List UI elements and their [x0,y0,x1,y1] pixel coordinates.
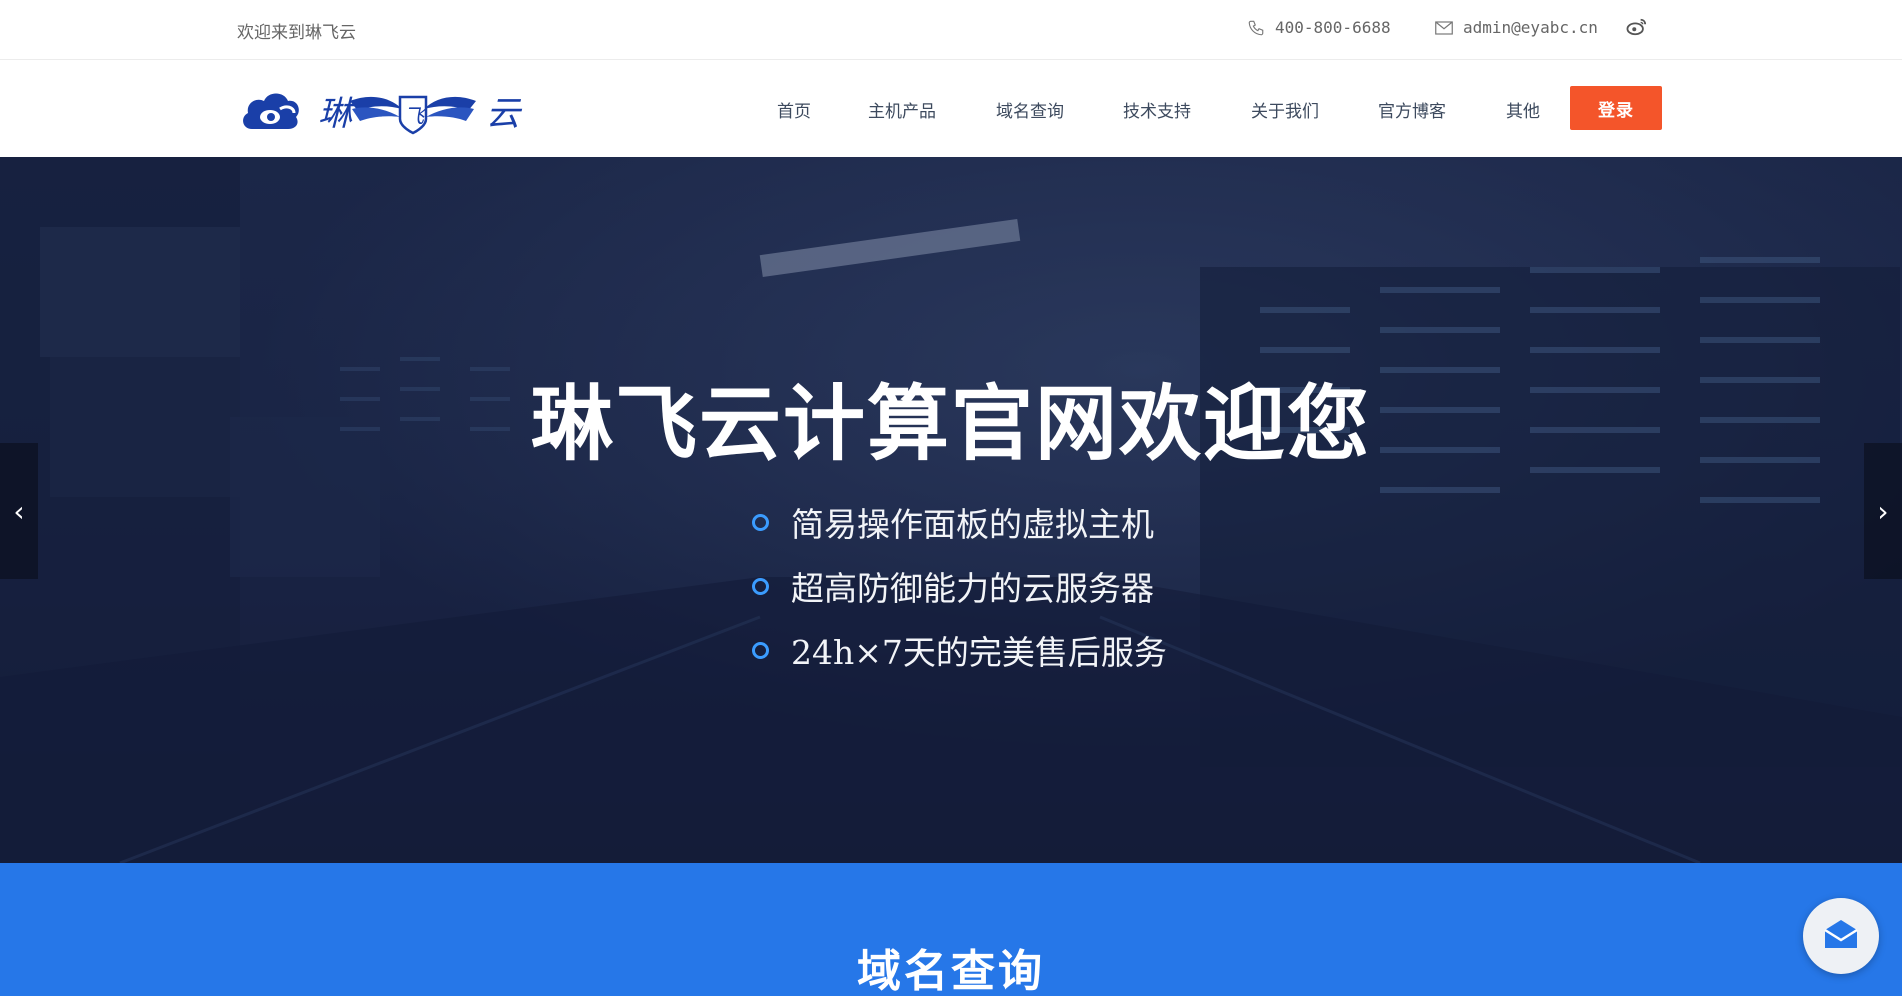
phone-contact[interactable]: 400-800-6688 [1247,18,1391,37]
chevron-right-icon: › [1877,494,1889,528]
slider-next-button[interactable]: › [1864,443,1902,579]
circle-bullet-icon [752,641,769,659]
hero-title: 琳飞云计算官网欢迎您 [530,376,1371,472]
floating-mail-button[interactable] [1803,898,1879,974]
phone-number: 400-800-6688 [1275,18,1391,37]
slider-prev-button[interactable]: ‹ [0,443,38,579]
nav-host-products[interactable]: 主机产品 [868,97,936,122]
welcome-text: 欢迎来到琳飞云 [237,23,356,43]
login-button[interactable]: 登录 [1570,86,1662,130]
site-logo[interactable]: 琳 飞 云 [240,79,540,141]
hero-feature-item: 24h×7天的完美售后服务 [752,618,1167,682]
domain-section-title: 域名查询 [857,946,1045,996]
feature-text: 超高防御能力的云服务器 [791,569,1154,608]
nav-about-us[interactable]: 关于我们 [1251,97,1319,122]
hero-feature-item: 简易操作面板的虚拟主机 [752,490,1167,554]
circle-bullet-icon [752,577,769,595]
nav-home[interactable]: 首页 [777,97,811,122]
phone-icon [1247,19,1265,37]
envelope-icon [1821,918,1861,954]
nav-domain-lookup[interactable]: 域名查询 [996,97,1064,122]
circle-bullet-icon [752,513,769,531]
hero-feature-item: 超高防御能力的云服务器 [752,554,1167,618]
weibo-icon[interactable] [1626,17,1648,37]
mail-icon [1435,20,1453,35]
nav-tech-support[interactable]: 技术支持 [1123,97,1191,122]
chevron-left-icon: ‹ [13,494,25,528]
email-contact[interactable]: admin@eyabc.cn [1435,18,1598,37]
nav-other[interactable]: 其他 [1506,97,1540,122]
email-address: admin@eyabc.cn [1463,18,1598,37]
svg-text:云: 云 [486,94,523,134]
svg-text:飞: 飞 [404,104,426,128]
domain-search-section: 域名查询 [0,863,1902,996]
main-header: 琳 飞 云 首页 主机产品 域名查询 技术支持 关于我们 官方博客 其他 登录 [0,61,1902,157]
hero-feature-list: 简易操作面板的虚拟主机 超高防御能力的云服务器 24h×7天的完美售后服务 [752,490,1167,682]
feature-text: 24h×7天的完美售后服务 [791,633,1167,672]
hero-slider: 琳飞云计算官网欢迎您 简易操作面板的虚拟主机 超高防御能力的云服务器 24h×7… [0,157,1902,863]
top-info-bar: 欢迎来到琳飞云 400-800-6688 admin@eyabc.cn [0,0,1902,60]
feature-text: 简易操作面板的虚拟主机 [791,505,1154,544]
svg-text:琳: 琳 [318,94,356,134]
nav-official-blog[interactable]: 官方博客 [1378,97,1446,122]
